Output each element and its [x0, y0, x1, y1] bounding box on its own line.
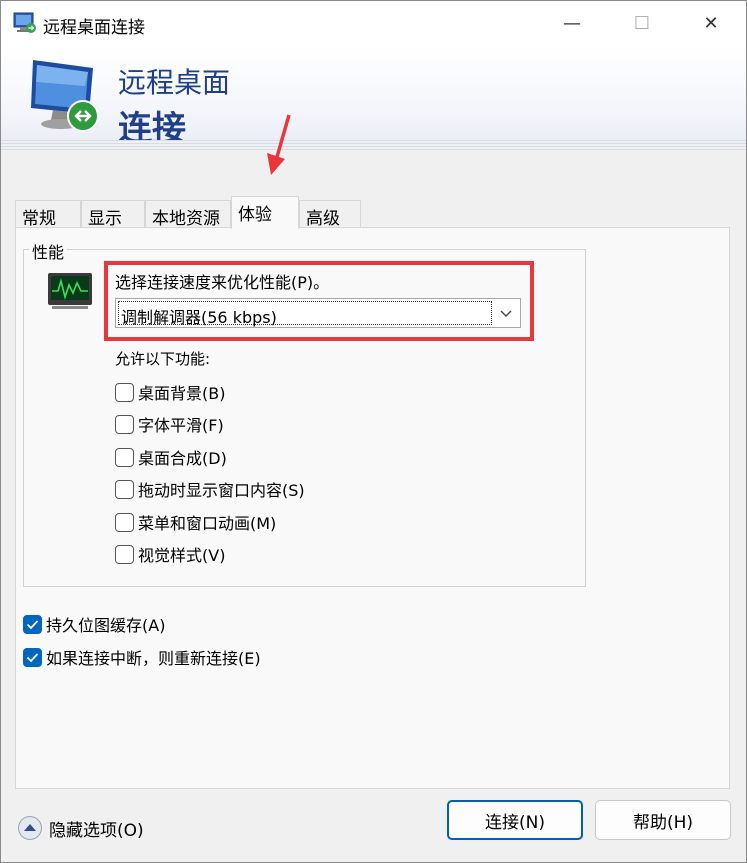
checkbox-label: 桌面背景(B) — [138, 384, 226, 403]
checkbox-label: 菜单和窗口动画(M) — [138, 514, 277, 533]
remote-desktop-window: 远程桌面连接 — ☐ ✕ 远程桌面 连接 常规 显示 本地资源 体验 高级 性能… — [0, 0, 747, 863]
chevron-down-icon — [500, 310, 512, 317]
checkbox-label: 持久位图缓存(A) — [46, 616, 166, 635]
checkbox[interactable] — [115, 414, 134, 434]
checkbox-label: 视觉样式(V) — [138, 546, 226, 565]
tab-label: 显示 — [88, 209, 122, 229]
tab-general[interactable]: 常规 — [15, 200, 81, 229]
checkbox-checked[interactable] — [23, 647, 42, 667]
tab-label: 常规 — [22, 209, 56, 229]
feature-font-smoothing[interactable]: 字体平滑(F) — [115, 413, 224, 435]
tab-label: 体验 — [238, 205, 272, 225]
checkbox[interactable] — [115, 512, 134, 532]
hide-options-toggle-icon[interactable] — [17, 815, 43, 841]
minimize-icon: — — [563, 13, 581, 34]
minimize-button[interactable]: — — [537, 1, 607, 46]
checkbox[interactable] — [115, 447, 134, 467]
checkbox-label: 桌面合成(D) — [138, 449, 227, 468]
help-button[interactable]: 帮助(H) — [595, 800, 731, 840]
remote-desktop-app-icon — [13, 12, 36, 33]
feature-desktop-composition[interactable]: 桌面合成(D) — [115, 446, 227, 468]
tab-display[interactable]: 显示 — [81, 200, 145, 229]
title-bar: 远程桌面连接 — ☐ ✕ — [1, 1, 746, 46]
maximize-icon: ☐ — [633, 13, 651, 34]
checkbox-checked[interactable] — [23, 614, 42, 634]
close-button[interactable]: ✕ — [676, 1, 746, 46]
tab-experience[interactable]: 体验 — [231, 196, 299, 229]
feature-desktop-background[interactable]: 桌面背景(B) — [115, 381, 225, 403]
tab-label: 高级 — [306, 209, 340, 229]
header-banner: 远程桌面 连接 — [1, 46, 746, 150]
maximize-button[interactable]: ☐ — [607, 1, 677, 46]
feature-menu-animation[interactable]: 菜单和窗口动画(M) — [115, 511, 276, 533]
checkbox[interactable] — [115, 479, 134, 499]
connection-speed-label: 选择连接速度来优化性能(P)。 — [115, 273, 330, 292]
connection-speed-value: 调制解调器(56 kbps) — [118, 301, 492, 327]
hide-options-label[interactable]: 隐藏选项(O) — [49, 816, 144, 841]
checkbox[interactable] — [115, 382, 134, 402]
option-persistent-bitmap-cache[interactable]: 持久位图缓存(A) — [23, 613, 165, 635]
checkbox-label: 如果连接中断，则重新连接(E) — [46, 649, 261, 668]
performance-group-label: 性能 — [29, 239, 68, 263]
allow-features-label: 允许以下功能: — [115, 350, 211, 368]
connection-speed-select[interactable]: 调制解调器(56 kbps) — [115, 298, 521, 328]
checkbox-label: 拖动时显示窗口内容(S) — [138, 481, 305, 500]
checkmark-icon — [26, 652, 39, 662]
feature-visual-styles[interactable]: 视觉样式(V) — [115, 543, 225, 565]
connect-button[interactable]: 连接(N) — [447, 800, 583, 840]
tab-advanced[interactable]: 高级 — [299, 200, 361, 229]
window-title: 远程桌面连接 — [43, 18, 145, 38]
tab-local-resources[interactable]: 本地资源 — [145, 200, 231, 229]
checkbox-label: 字体平滑(F) — [138, 416, 224, 435]
feature-show-window-contents[interactable]: 拖动时显示窗口内容(S) — [115, 478, 305, 500]
option-auto-reconnect[interactable]: 如果连接中断，则重新连接(E) — [23, 646, 261, 668]
banner-title-line1: 远程桌面 — [118, 66, 231, 99]
close-icon: ✕ — [703, 13, 719, 34]
tab-label: 本地资源 — [152, 209, 220, 229]
remote-desktop-monitor-icon — [31, 60, 99, 132]
checkmark-icon — [26, 619, 39, 629]
annotation-arrow-icon — [267, 114, 291, 175]
checkbox[interactable] — [115, 544, 134, 564]
banner-divider — [1, 140, 746, 150]
performance-monitor-icon — [48, 273, 92, 309]
